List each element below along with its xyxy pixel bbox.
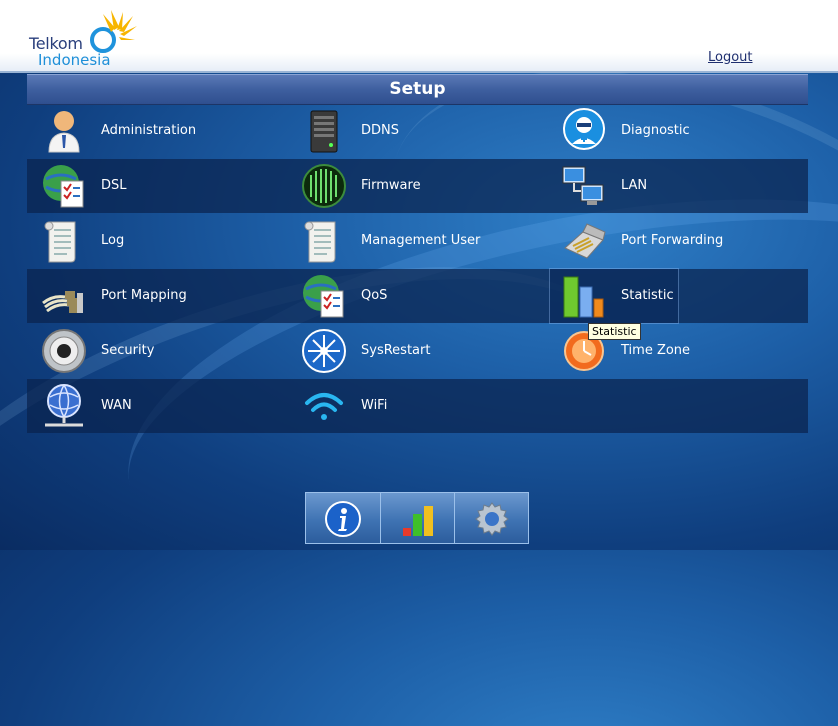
menu-label: QoS bbox=[361, 288, 388, 303]
menu-item-firmware[interactable]: Firmware bbox=[287, 159, 547, 213]
server-icon bbox=[310, 110, 338, 153]
menu-label: Administration bbox=[101, 123, 197, 138]
logout-link[interactable]: Logout bbox=[708, 50, 753, 65]
menu-item-security[interactable]: Security bbox=[27, 324, 287, 378]
menu-label: DDNS bbox=[361, 123, 399, 138]
logo-text-indonesia: Indonesia bbox=[38, 51, 111, 69]
gear-icon bbox=[475, 502, 509, 536]
menu-item-qos[interactable]: QoS bbox=[287, 269, 547, 323]
administrator-icon bbox=[48, 111, 80, 153]
globe-checklist-icon bbox=[303, 275, 344, 318]
menu-label: LAN bbox=[621, 178, 648, 193]
menu-label: Diagnostic bbox=[621, 123, 690, 138]
menu-row: Log Management User Port Forwarding bbox=[27, 214, 808, 268]
menu-item-management-user[interactable]: Management User bbox=[287, 214, 547, 268]
telkom-logo: Telkom Indonesia bbox=[29, 10, 139, 70]
scroll-document-icon bbox=[44, 221, 76, 263]
menu-item-ddns[interactable]: DDNS bbox=[287, 104, 547, 158]
cables-icon bbox=[42, 291, 83, 313]
ethernet-plug-icon bbox=[564, 223, 606, 259]
menu-item-dsl[interactable]: DSL bbox=[27, 159, 287, 213]
menu-row: WAN WiFi bbox=[27, 379, 808, 433]
scroll-document-icon bbox=[304, 221, 336, 263]
vault-lock-icon bbox=[42, 329, 86, 373]
menu-label: Log bbox=[101, 233, 125, 248]
menu-label: Port Mapping bbox=[101, 288, 187, 303]
logo-sun-icon bbox=[103, 10, 137, 40]
menu-row: Administration DDNS Diagnostic bbox=[27, 104, 808, 158]
info-icon bbox=[325, 501, 361, 537]
menu-item-sysrestart[interactable]: SysRestart bbox=[287, 324, 547, 378]
menu-item-time-zone[interactable]: Time Zone bbox=[547, 324, 807, 378]
bottom-toolbar bbox=[305, 492, 529, 544]
info-button[interactable] bbox=[306, 493, 379, 543]
header: Telkom Indonesia Logout bbox=[0, 0, 838, 73]
menu-item-lan[interactable]: LAN bbox=[547, 159, 807, 213]
menu-label: DSL bbox=[101, 178, 127, 193]
menu-label: WiFi bbox=[361, 398, 388, 413]
diagnostic-doctor-icon bbox=[563, 108, 605, 150]
menu-label: WAN bbox=[101, 398, 132, 413]
firmware-binary-globe-icon bbox=[302, 164, 346, 208]
menu-label: Firmware bbox=[361, 178, 421, 193]
bar-chart-icon bbox=[403, 506, 433, 536]
menu-label: Security bbox=[101, 343, 155, 358]
globe-checklist-icon bbox=[43, 165, 84, 208]
menu-item-diagnostic[interactable]: Diagnostic bbox=[547, 104, 807, 158]
menu-label: Statistic bbox=[621, 288, 674, 303]
statistic-tooltip: Statistic bbox=[588, 323, 641, 340]
menu-label: Management User bbox=[361, 233, 481, 248]
menu-item-wifi[interactable]: WiFi bbox=[287, 379, 547, 433]
globe-network-icon bbox=[45, 384, 83, 427]
menu-item-statistic[interactable]: Statistic bbox=[549, 268, 679, 324]
bar-chart-icon bbox=[563, 276, 604, 318]
menu-row: Security SysRestart Time Zone bbox=[27, 324, 808, 378]
menu-label: Port Forwarding bbox=[621, 233, 724, 248]
statistics-button[interactable] bbox=[380, 493, 454, 543]
settings-button[interactable] bbox=[454, 493, 528, 543]
menu-item-log[interactable]: Log bbox=[27, 214, 287, 268]
menu-row: Port Mapping QoS Statistic bbox=[27, 268, 808, 324]
menu-item-administration[interactable]: Administration bbox=[27, 104, 287, 158]
wifi-icon bbox=[305, 393, 343, 420]
setup-title-bar: Setup bbox=[27, 74, 808, 105]
page-title: Setup bbox=[389, 79, 446, 99]
menu-item-port-forwarding[interactable]: Port Forwarding bbox=[547, 214, 807, 268]
network-computers-icon bbox=[562, 166, 604, 205]
menu-row: DSL Firmware LAN bbox=[27, 159, 808, 213]
menu-label: SysRestart bbox=[361, 343, 431, 358]
restart-star-icon bbox=[302, 329, 346, 373]
menu-item-port-mapping[interactable]: Port Mapping bbox=[27, 269, 287, 323]
menu-item-wan[interactable]: WAN bbox=[27, 379, 287, 433]
